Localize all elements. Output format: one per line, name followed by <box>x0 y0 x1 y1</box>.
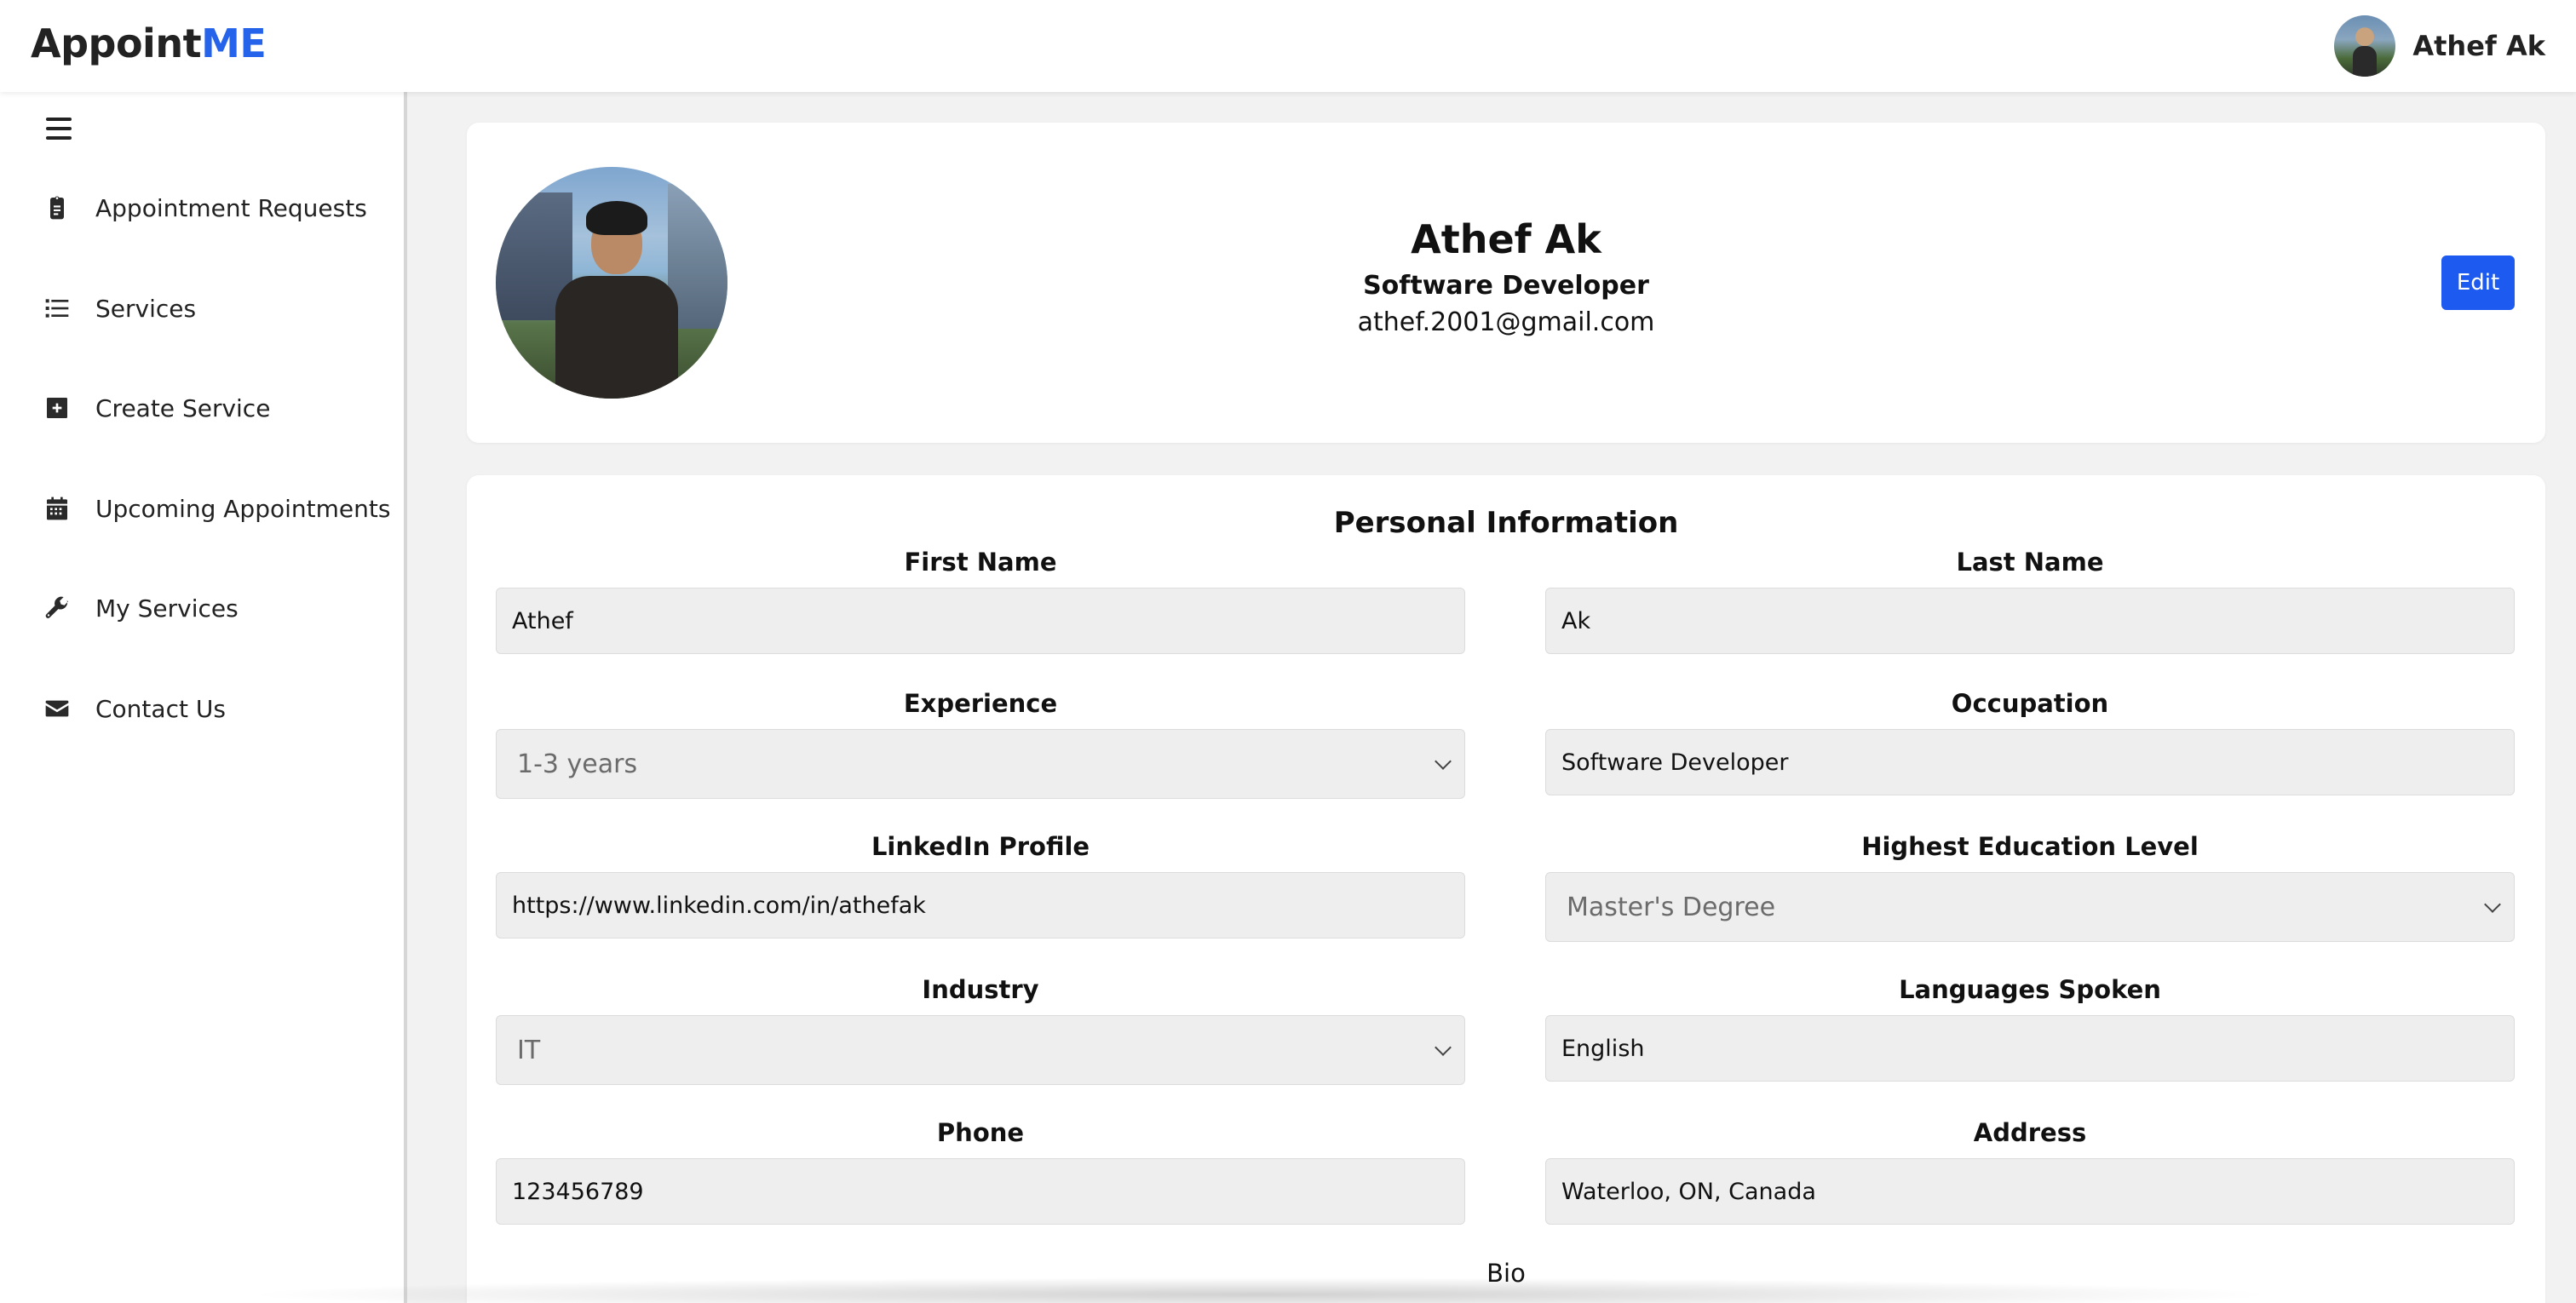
address-field[interactable]: Waterloo, ON, Canada <box>1545 1158 2515 1225</box>
sidebar-item-my-services[interactable]: My Services <box>43 583 239 634</box>
linkedin-field[interactable]: https://www.linkedin.com/in/athefak <box>496 872 1465 939</box>
sidebar-item-create-service[interactable]: Create Service <box>43 382 270 433</box>
education-select[interactable]: Master's Degree <box>1545 872 2515 942</box>
calendar-icon <box>43 494 72 523</box>
sidebar-item-contact-us[interactable]: Contact Us <box>43 683 226 734</box>
last-name-field[interactable]: Ak <box>1545 588 2515 654</box>
list-icon <box>43 294 72 323</box>
profile-summary: Athef Ak Software Developer athef.2001@g… <box>467 216 2545 337</box>
main-content: Athef Ak Software Developer athef.2001@g… <box>411 92 2576 1303</box>
field-label: Experience <box>903 689 1058 718</box>
first-name-group: First Name Athef <box>496 547 1465 654</box>
phone-field[interactable]: 123456789 <box>496 1158 1465 1225</box>
industry-select[interactable]: IT <box>496 1015 1465 1085</box>
industry-value: IT <box>517 1035 541 1065</box>
sidebar-item-label: Services <box>95 294 197 323</box>
languages-field[interactable]: English <box>1545 1015 2515 1082</box>
profile-email: athef.2001@gmail.com <box>1357 307 1655 337</box>
sidebar-item-label: Appointment Requests <box>95 193 367 222</box>
field-label: Languages Spoken <box>1899 975 2161 1004</box>
sidebar-item-label: Upcoming Appointments <box>95 494 391 523</box>
app-logo[interactable]: AppointME <box>31 20 267 66</box>
section-title: Personal Information <box>1333 506 1679 540</box>
phone-group: Phone 123456789 <box>496 1117 1465 1225</box>
sidebar-item-services[interactable]: Services <box>43 283 196 334</box>
logo-accent-text: ME <box>201 20 267 66</box>
field-label: Highest Education Level <box>1861 832 2199 861</box>
industry-group: Industry IT <box>496 974 1465 1085</box>
profile-card: Athef Ak Software Developer athef.2001@g… <box>467 123 2545 443</box>
field-label: Industry <box>922 975 1039 1004</box>
education-group: Highest Education Level Master's Degree <box>1545 831 2515 942</box>
envelope-icon <box>43 694 72 723</box>
logo-text: Appoint <box>31 20 202 66</box>
clipboard-icon <box>43 193 72 222</box>
wrench-icon <box>43 594 72 623</box>
field-label: Phone <box>936 1118 1025 1147</box>
address-group: Address Waterloo, ON, Canada <box>1545 1117 2515 1225</box>
bio-label: Bio <box>1486 1259 1526 1288</box>
education-value: Master's Degree <box>1567 892 1776 922</box>
personal-info-card: Personal Information First Name Athef La… <box>467 475 2545 1303</box>
sidebar-item-label: My Services <box>95 594 239 623</box>
field-label: Address <box>1973 1118 2087 1147</box>
experience-value: 1-3 years <box>517 749 638 779</box>
experience-select[interactable]: 1-3 years <box>496 729 1465 799</box>
hamburger-icon[interactable] <box>46 118 72 140</box>
sidebar-item-appointment-requests[interactable]: Appointment Requests <box>43 182 367 233</box>
chevron-down-icon <box>1435 753 1452 770</box>
first-name-field[interactable]: Athef <box>496 588 1465 654</box>
avatar[interactable] <box>2334 15 2396 77</box>
user-menu[interactable]: Athef Ak <box>2334 14 2545 78</box>
experience-group: Experience 1-3 years <box>496 688 1465 799</box>
field-label: Last Name <box>1956 548 2104 577</box>
linkedin-group: LinkedIn Profile https://www.linkedin.co… <box>496 831 1465 939</box>
field-label: First Name <box>904 548 1057 577</box>
occupation-field[interactable]: Software Developer <box>1545 729 2515 795</box>
profile-name: Athef Ak <box>1411 216 1601 262</box>
header-user-name: Athef Ak <box>2412 30 2545 62</box>
field-label: Occupation <box>1951 689 2109 718</box>
plus-square-icon <box>43 393 72 422</box>
edit-button[interactable]: Edit <box>2441 255 2515 310</box>
sidebar-item-label: Contact Us <box>95 694 226 723</box>
sidebar-item-label: Create Service <box>95 393 271 422</box>
sidebar: Appointment Requests Services Create Ser… <box>0 92 407 1303</box>
sidebar-item-upcoming-appointments[interactable]: Upcoming Appointments <box>43 483 390 534</box>
chevron-down-icon <box>1435 1039 1452 1056</box>
field-label: LinkedIn Profile <box>871 832 1090 861</box>
languages-group: Languages Spoken English <box>1545 974 2515 1082</box>
occupation-group: Occupation Software Developer <box>1545 688 2515 795</box>
chevron-down-icon <box>2484 896 2501 913</box>
top-bar: AppointME Athef Ak <box>0 0 2576 92</box>
last-name-group: Last Name Ak <box>1545 547 2515 654</box>
profile-occupation: Software Developer <box>1363 271 1649 301</box>
